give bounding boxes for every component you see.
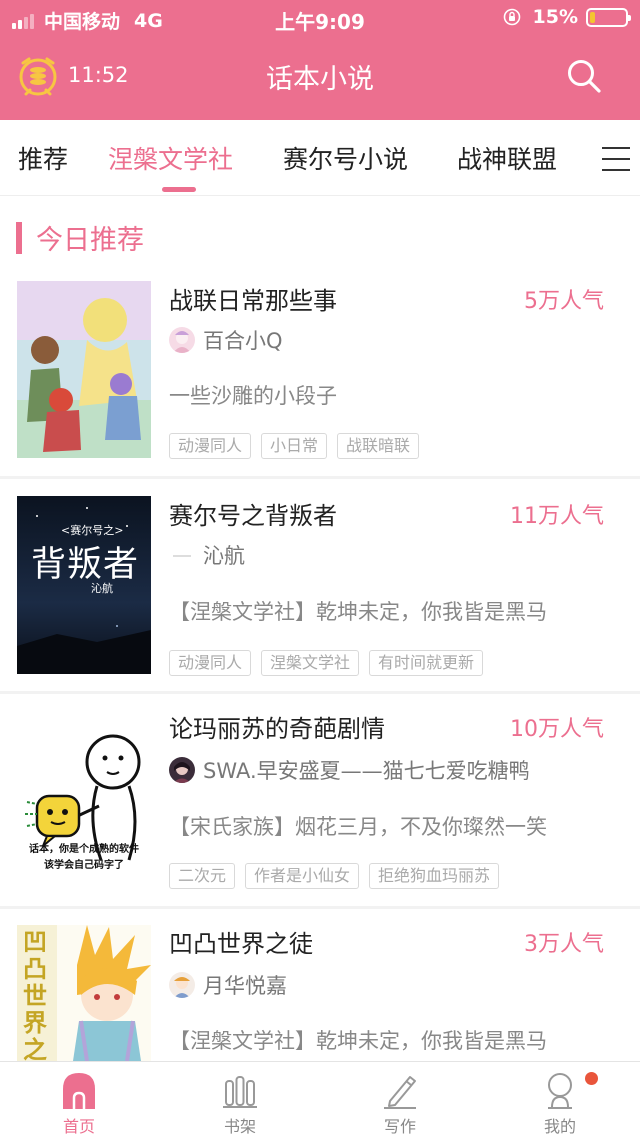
cover-caption-line2: 该学会自己码字了 (44, 860, 124, 871)
nav-bookshelf-label: 书架 (223, 1117, 256, 1136)
popularity-count: 3万人气 (524, 932, 604, 957)
active-tab-indicator (162, 187, 196, 192)
tab-zhanshen[interactable]: 战神联盟 (457, 140, 557, 176)
menu-icon[interactable] (601, 146, 631, 172)
author-name: 百合小Q (203, 329, 283, 353)
popularity-count: 11万人气 (510, 504, 604, 529)
app-title: 话本小说 (266, 64, 374, 95)
status-bar: 中国移动 4G 上午9:09 15% (0, 0, 640, 36)
tag[interactable]: 小日常 (261, 433, 328, 459)
tab-niepan[interactable]: 涅槃文学社 (108, 140, 233, 176)
tag-list: 二次元 作者是小仙女 拒绝狗血玛丽苏 (169, 863, 509, 889)
book-card[interactable]: 话本，你是个成熟的软件 该学会自己码字了 论玛丽苏的奇葩剧情 10万人气 SWA… (0, 695, 640, 905)
section-title: 今日推荐 (16, 218, 144, 257)
book-description: 【宋氏家族】烟花三月，不及你璨然一笑 (169, 815, 547, 839)
tag[interactable]: 有时间就更新 (369, 650, 484, 676)
book-description: 【涅槃文学社】乾坤未定，你我皆是黑马 (169, 600, 547, 624)
tab-recommend[interactable]: 推荐 (18, 140, 68, 176)
notification-badge (585, 1072, 598, 1085)
divider (0, 691, 640, 694)
book-title[interactable]: 论玛丽苏的奇葩剧情 (169, 709, 385, 744)
divider (0, 476, 640, 479)
book-card[interactable]: <赛尔号之> 背叛者 沁航 赛尔号之背叛者 11万人气 沁航 【涅槃文学社】乾坤… (0, 480, 640, 690)
book-title[interactable]: 赛尔号之背叛者 (169, 496, 337, 531)
search-icon[interactable] (566, 58, 602, 94)
cover-caption-line1: 话本，你是个成熟的软件 (29, 844, 139, 855)
author-avatar (169, 757, 195, 783)
tag[interactable]: 二次元 (169, 863, 236, 889)
pencil-icon (384, 1076, 416, 1109)
book-cover[interactable]: 凹凸世界之 (17, 925, 151, 1061)
book-description: 【涅槃文学社】乾坤未定，你我皆是黑马 (169, 1029, 547, 1053)
author-name: 沁航 (203, 544, 245, 568)
book-cover[interactable]: 话本，你是个成熟的软件 该学会自己码字了 (17, 710, 151, 888)
popularity-count: 10万人气 (510, 717, 604, 742)
tag[interactable]: 动漫同人 (169, 433, 252, 459)
nav-profile-label: 我的 (543, 1117, 576, 1136)
cover-signature: 沁航 (91, 582, 113, 595)
category-tabs: 推荐 涅槃文学社 赛尔号小说 战神联盟 (0, 120, 640, 196)
book-cover[interactable]: <赛尔号之> 背叛者 沁航 (17, 496, 151, 674)
author-avatar (169, 327, 195, 353)
nav-home[interactable]: 首页 (24, 1062, 134, 1139)
popularity-count: 5万人气 (524, 289, 604, 314)
battery-level (590, 11, 595, 23)
cover-vertical-title: 凹凸世界之 (23, 928, 47, 1062)
bottom-nav: 首页 书架 写作 我的 (0, 1061, 640, 1139)
author-row[interactable]: 月华悦嘉 (169, 970, 287, 1000)
home-icon (63, 1073, 95, 1109)
book-card[interactable]: 战联日常那些事 5万人气 百合小Q 一些沙雕的小段子 动漫同人 小日常 战联暗联 (0, 265, 640, 475)
tag[interactable]: 战联暗联 (337, 433, 420, 459)
tag-list: 动漫同人 涅槃文学社 有时间就更新 (169, 650, 493, 676)
cover-illustration (17, 280, 151, 458)
author-avatar (169, 542, 195, 568)
battery-icon (586, 7, 631, 27)
author-row[interactable]: SWA.早安盛夏——猫七七爱吃糖鸭 (169, 755, 530, 785)
author-row[interactable]: 沁航 (169, 540, 245, 570)
tag-list: 动漫同人 小日常 战联暗联 (169, 433, 429, 459)
author-row[interactable]: 百合小Q (169, 325, 283, 355)
book-title[interactable]: 凹凸世界之徒 (169, 924, 313, 959)
battery-percent: 15% (532, 6, 578, 28)
nav-write[interactable]: 写作 (345, 1062, 455, 1139)
author-name: SWA.早安盛夏——猫七七爱吃糖鸭 (203, 759, 530, 783)
tag[interactable]: 作者是小仙女 (245, 863, 360, 889)
cover-title: 背叛者 (31, 545, 140, 585)
divider (0, 906, 640, 909)
book-title[interactable]: 战联日常那些事 (169, 281, 337, 316)
nav-home-label: 首页 (62, 1117, 95, 1136)
app-header: 中国移动 4G 上午9:09 15% 11:52 话本小说 (0, 0, 640, 120)
nav-profile[interactable]: 我的 (505, 1062, 615, 1139)
book-cover[interactable] (17, 280, 151, 458)
author-avatar (169, 972, 195, 998)
orientation-lock-icon (503, 8, 520, 26)
status-right: 15% (503, 6, 631, 28)
section-marker (16, 221, 22, 254)
tag[interactable]: 拒绝狗血玛丽苏 (369, 863, 500, 889)
nav-bookshelf[interactable]: 书架 (185, 1062, 295, 1139)
profile-icon (548, 1073, 572, 1109)
tab-seer[interactable]: 赛尔号小说 (283, 140, 408, 176)
tag[interactable]: 动漫同人 (169, 650, 252, 676)
tag[interactable]: 涅槃文学社 (261, 650, 360, 676)
section-title-text: 今日推荐 (36, 225, 144, 256)
nav-write-label: 写作 (383, 1117, 416, 1136)
book-description: 一些沙雕的小段子 (169, 384, 337, 408)
bookshelf-icon (223, 1076, 257, 1108)
nav-bar: 11:52 话本小说 (0, 36, 640, 120)
author-name: 月华悦嘉 (203, 974, 287, 998)
